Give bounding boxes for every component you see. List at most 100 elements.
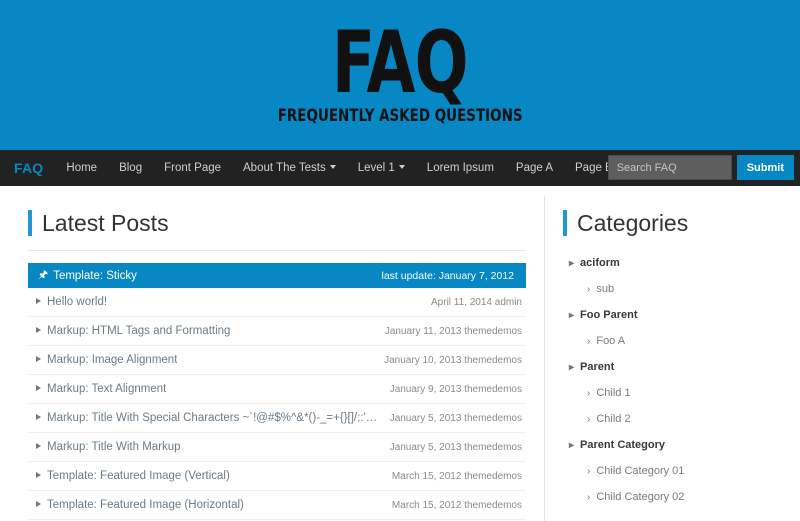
- site-title: FAQ: [332, 13, 469, 114]
- main-content-column: Latest Posts 🖈 Template: Sticky last upd…: [0, 196, 545, 521]
- triangle-right-icon: [36, 327, 41, 333]
- post-title-link[interactable]: Markup: Image Alignment: [36, 354, 177, 366]
- post-title-link[interactable]: Template: Featured Image (Horizontal): [36, 499, 244, 511]
- post-title-link[interactable]: Markup: HTML Tags and Formatting: [36, 325, 230, 337]
- post-row[interactable]: Markup: Title With Special Characters ~`…: [28, 404, 526, 433]
- category-item-parent-category[interactable]: ▸ Parent Category: [563, 432, 786, 458]
- nav-link-label: Blog: [119, 162, 143, 174]
- nav-link-label: Page A: [515, 162, 553, 174]
- pushpin-icon: 🖈: [38, 269, 49, 281]
- main-navigation-bar: FAQ Home Blog Front Page About The Tests Lev…: [0, 150, 800, 186]
- category-label: Foo A: [596, 335, 626, 347]
- nav-link-lorem-ipsum[interactable]: Lorem Ipsum: [416, 150, 505, 186]
- nav-link-page-a[interactable]: Page A: [505, 150, 564, 186]
- post-meta: March 15, 2012 themedemos: [391, 471, 522, 482]
- search-input[interactable]: [607, 155, 732, 180]
- category-label: sub: [596, 283, 615, 295]
- category-item-sub[interactable]: › sub: [563, 276, 786, 302]
- category-item-foo-a[interactable]: › Foo A: [563, 328, 786, 354]
- nav-link-front-page[interactable]: Front Page: [153, 150, 232, 186]
- category-item-child-1[interactable]: › Child 1: [563, 380, 786, 406]
- post-title-link[interactable]: Markup: Title With Special Characters ~`…: [36, 412, 380, 424]
- posts-list: Hello world! April 11, 2014 admin Markup: …: [28, 288, 526, 520]
- post-row[interactable]: Template: Featured Image (Vertical) March…: [28, 462, 526, 491]
- categories-list: ▸ aciform › sub ▸ Foo Parent › Foo A ▸ Parent › Chi…: [563, 250, 786, 510]
- sidebar-column: Categories ▸ aciform › sub ▸ Foo Parent › Foo A…: [545, 196, 800, 521]
- heading-divider: [28, 250, 526, 251]
- triangle-right-icon: [36, 356, 41, 362]
- post-title-text: Hello world!: [47, 296, 108, 308]
- post-meta: January 5, 2013 themedemos: [389, 442, 522, 453]
- nav-link-label: Home: [66, 162, 98, 174]
- category-label: Child 1: [596, 387, 631, 399]
- category-item-child-category-02[interactable]: › Child Category 02: [563, 484, 786, 510]
- nav-links-list: Home Blog Front Page About The Tests Level 1…: [55, 150, 623, 186]
- post-title-text: Markup: Text Alignment: [47, 383, 167, 395]
- category-item-child-category-01[interactable]: › Child Category 01: [563, 458, 786, 484]
- triangle-right-icon: ▸: [569, 362, 575, 373]
- category-label: Child 2: [596, 413, 631, 425]
- category-item-parent[interactable]: ▸ Parent: [563, 354, 786, 380]
- nav-search-form: Submit: [607, 155, 794, 180]
- heading-accent-bar: [563, 210, 567, 236]
- triangle-right-icon: [36, 414, 41, 420]
- post-row[interactable]: Hello world! April 11, 2014 admin: [28, 288, 526, 317]
- nav-link-level-1[interactable]: Level 1: [347, 150, 416, 186]
- nav-link-home[interactable]: Home: [55, 150, 108, 186]
- triangle-right-icon: [36, 472, 41, 478]
- post-row[interactable]: Markup: Text Alignment January 9, 2013 th…: [28, 375, 526, 404]
- categories-title: Categories: [577, 209, 689, 236]
- nav-link-label: Level 1: [357, 162, 395, 174]
- triangle-right-icon: [36, 501, 41, 507]
- post-row[interactable]: Markup: Image Alignment January 10, 2013 …: [28, 346, 526, 375]
- post-meta: January 10, 2013 themedemos: [384, 355, 522, 366]
- nav-link-about-the-tests[interactable]: About The Tests: [232, 150, 347, 186]
- nav-link-label: About The Tests: [243, 162, 326, 174]
- category-label: Child Category 01: [596, 465, 685, 477]
- post-row[interactable]: Template: Featured Image (Horizontal) Mar…: [28, 491, 526, 520]
- post-title-link[interactable]: Markup: Title With Markup: [36, 441, 181, 453]
- page-body: Latest Posts 🖈 Template: Sticky last upd…: [0, 186, 800, 521]
- nav-brand-logo[interactable]: FAQ: [0, 160, 55, 176]
- chevron-right-icon: ›: [587, 388, 591, 399]
- triangle-right-icon: ▸: [569, 310, 575, 321]
- post-title-text: Template: Featured Image (Horizontal): [47, 499, 244, 511]
- chevron-right-icon: ›: [587, 336, 591, 347]
- post-meta: January 5, 2013 themedemos: [389, 413, 522, 424]
- triangle-right-icon: [36, 385, 41, 391]
- category-label: Parent: [580, 361, 615, 373]
- post-title-link[interactable]: Template: Featured Image (Vertical): [36, 470, 230, 482]
- chevron-down-icon: [398, 165, 405, 169]
- post-meta: January 11, 2013 themedemos: [384, 326, 522, 337]
- post-row[interactable]: Markup: Title With Markup January 5, 2013…: [28, 433, 526, 462]
- category-item-aciform[interactable]: ▸ aciform: [563, 250, 786, 276]
- post-meta: January 9, 2013 themedemos: [389, 384, 522, 395]
- category-label: Foo Parent: [580, 309, 638, 321]
- nav-link-label: Lorem Ipsum: [426, 162, 494, 174]
- category-item-child-2[interactable]: › Child 2: [563, 406, 786, 432]
- triangle-right-icon: [36, 443, 41, 449]
- chevron-down-icon: [329, 165, 336, 169]
- page-title: Latest Posts: [42, 209, 169, 236]
- sticky-post-left: 🖈 Template: Sticky: [38, 270, 137, 282]
- post-row[interactable]: Markup: HTML Tags and Formatting January …: [28, 317, 526, 346]
- post-title-link[interactable]: Markup: Text Alignment: [36, 383, 166, 395]
- site-tagline: FREQUENTLY ASKED QUESTIONS: [277, 105, 523, 126]
- heading-accent-bar: [28, 210, 32, 236]
- sticky-post-title[interactable]: Template: Sticky: [53, 270, 137, 282]
- nav-link-blog[interactable]: Blog: [108, 150, 153, 186]
- post-title-text: Markup: HTML Tags and Formatting: [47, 325, 231, 337]
- triangle-right-icon: [36, 298, 41, 304]
- category-item-foo-parent[interactable]: ▸ Foo Parent: [563, 302, 786, 328]
- triangle-right-icon: ▸: [569, 440, 575, 451]
- triangle-right-icon: ▸: [569, 258, 575, 269]
- post-title-text: Template: Featured Image (Vertical): [47, 470, 230, 482]
- sticky-post-row[interactable]: 🖈 Template: Sticky last update: January …: [28, 263, 526, 288]
- latest-posts-heading: Latest Posts: [28, 210, 526, 236]
- post-title-text: Markup: Image Alignment: [47, 354, 178, 366]
- post-title-text: Markup: Title With Special Characters ~`…: [47, 412, 380, 424]
- chevron-right-icon: ›: [587, 414, 591, 425]
- post-title-link[interactable]: Hello world!: [36, 296, 107, 308]
- site-header-hero: FAQ FREQUENTLY ASKED QUESTIONS: [0, 0, 800, 150]
- search-submit-button[interactable]: Submit: [736, 155, 794, 180]
